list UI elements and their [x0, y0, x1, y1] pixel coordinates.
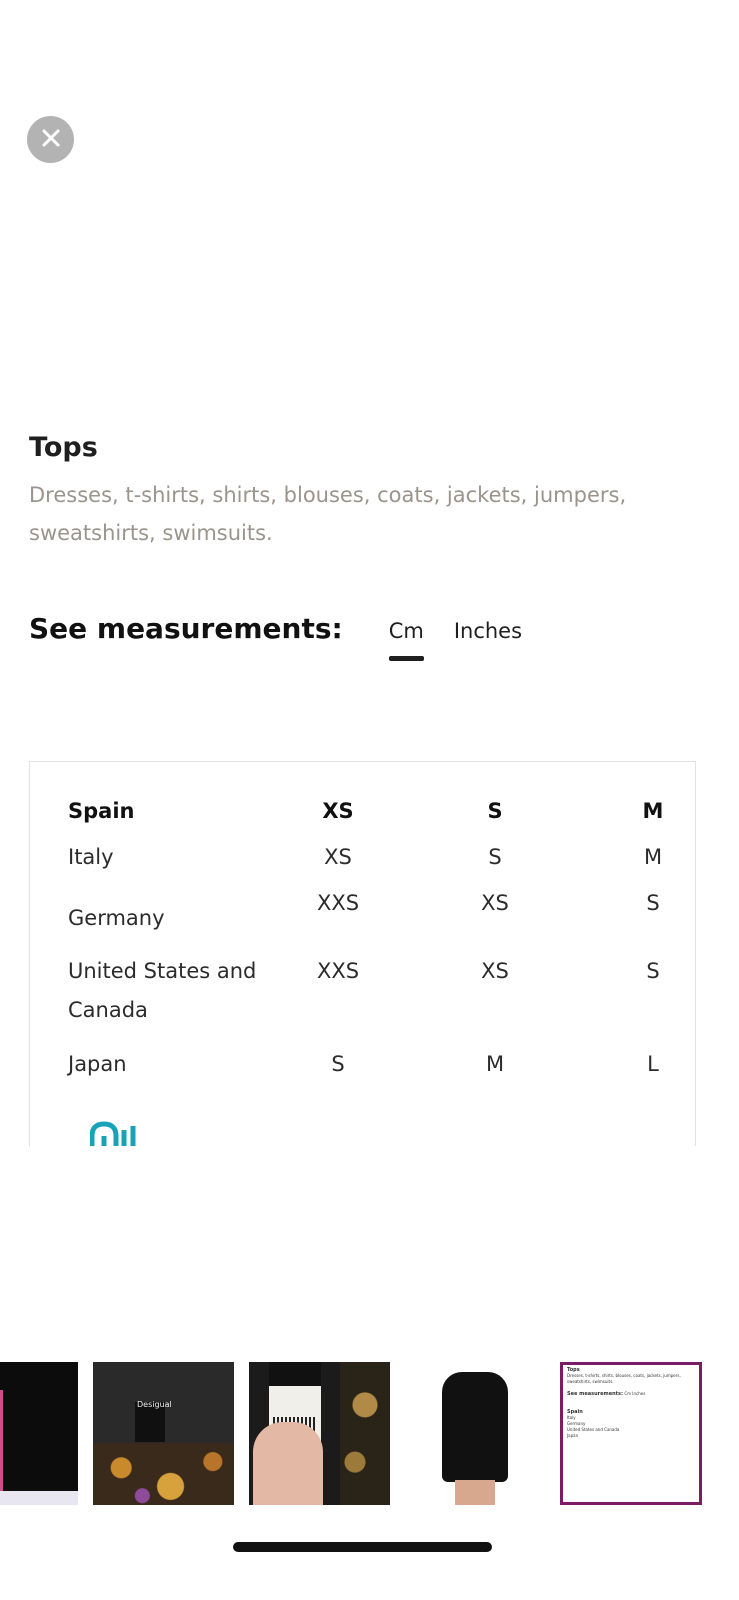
tab-inches[interactable]: Inches	[454, 619, 522, 643]
tag-brand-text: Desigual	[137, 1400, 172, 1409]
header-size-1: XS	[322, 799, 354, 823]
mini-size-chart: Tops Dresses, t-shirts, shirts, blouses,…	[567, 1367, 681, 1438]
close-icon	[40, 127, 62, 153]
size-cell: XS	[481, 891, 509, 915]
header-size-2: S	[487, 799, 503, 823]
size-cell: L	[647, 1052, 659, 1076]
country-cell: Italy	[68, 845, 114, 869]
thumbnail-model[interactable]	[405, 1362, 546, 1505]
thumbnail-black-garment-measure[interactable]	[0, 1362, 78, 1505]
section-description: Dresses, t-shirts, shirts, blouses, coat…	[29, 483, 627, 545]
size-cell: XXS	[316, 959, 360, 983]
measurements-label: See measurements:	[29, 612, 343, 645]
tab-cm[interactable]: Cm	[388, 619, 424, 661]
size-cell: XS	[324, 845, 352, 869]
size-cell: M	[643, 845, 663, 869]
country-cell: Japan	[68, 1052, 127, 1076]
size-cell: S	[331, 1052, 345, 1076]
country-cell: United States and Canada	[68, 959, 257, 1022]
header-country: Spain	[68, 799, 135, 823]
thumbnail-care-label[interactable]	[249, 1362, 390, 1505]
size-cell: S	[646, 959, 660, 983]
size-cell: XXS	[316, 891, 360, 915]
brand-logo-icon	[89, 1120, 138, 1146]
size-cell: S	[488, 845, 502, 869]
thumbnail-strip: Desigual Tops Dresses, t-shirts, shirts,…	[0, 1362, 739, 1505]
close-button[interactable]	[27, 116, 74, 163]
thumbnail-size-chart-selected[interactable]: Tops Dresses, t-shirts, shirts, blouses,…	[560, 1362, 702, 1505]
size-cell: M	[485, 1052, 505, 1076]
size-cell: S	[646, 891, 660, 915]
country-cell: Germany	[68, 906, 165, 930]
size-table: Spain XS S M Italy XS S M Germany XXS XS…	[29, 761, 696, 1146]
header-size-3: M	[642, 799, 664, 823]
section-title: Tops	[29, 432, 98, 463]
thumbnail-collar-tag[interactable]: Desigual	[93, 1362, 234, 1505]
size-cell: XS	[481, 959, 509, 983]
home-indicator[interactable]	[233, 1542, 492, 1552]
measurement-unit-selector: See measurements: Cm Inches	[29, 612, 522, 661]
size-guide-screen: Tops Dresses, t-shirts, shirts, blouses,…	[0, 0, 739, 1600]
